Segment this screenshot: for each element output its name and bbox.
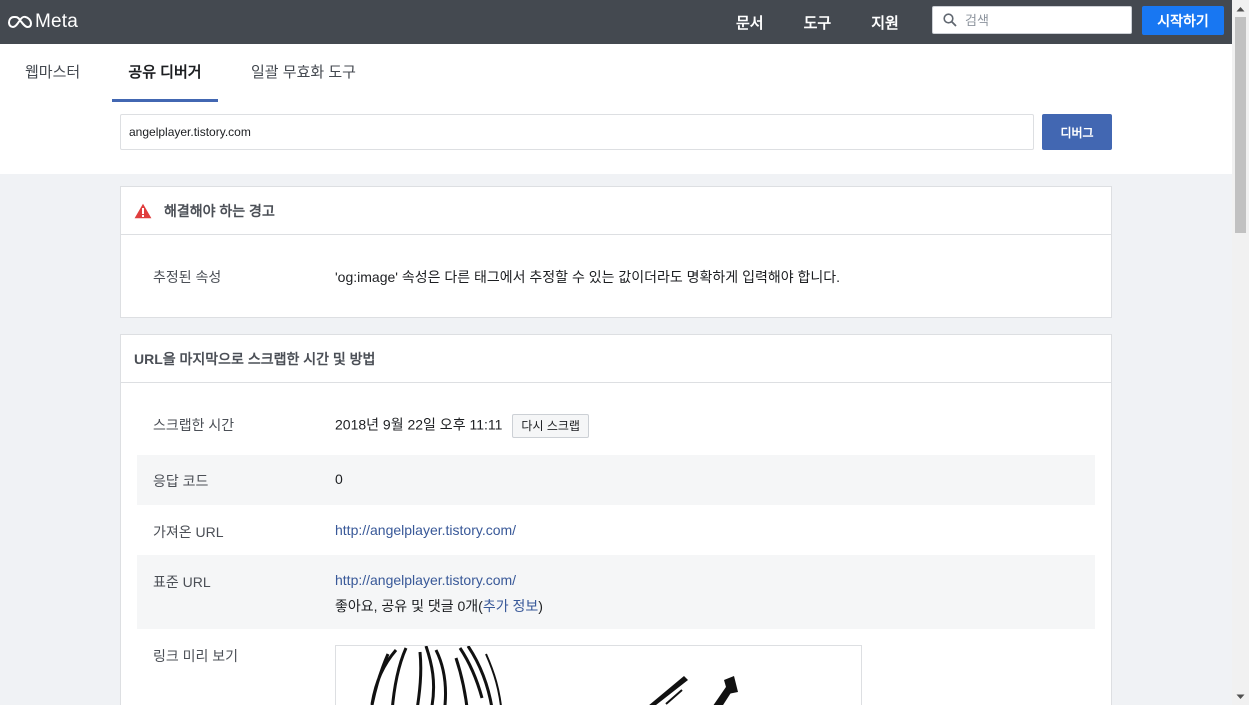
- url-input[interactable]: [120, 114, 1034, 150]
- warning-label: 추정된 속성: [153, 269, 222, 285]
- preview-sketch: [370, 646, 738, 705]
- engagement-prefix: 좋아요, 공유 및 댓글 0개(: [335, 598, 483, 614]
- scrollbar-thumb[interactable]: [1235, 17, 1246, 233]
- rescrape-button[interactable]: 다시 스크랩: [512, 414, 589, 438]
- link-preview-label: 링크 미리 보기: [153, 648, 239, 664]
- fetched-url-label: 가져온 URL: [153, 524, 224, 540]
- warnings-title: 해결해야 하는 경고: [164, 202, 275, 219]
- fetched-url-link[interactable]: http://angelplayer.tistory.com/: [335, 522, 516, 538]
- more-info-link[interactable]: 추가 정보: [483, 598, 538, 614]
- top-nav: 문서 도구 지원: [736, 0, 899, 44]
- meta-logo[interactable]: Meta: [8, 11, 78, 33]
- link-preview-image[interactable]: [335, 645, 862, 705]
- response-code-row: 응답 코드 0: [137, 455, 1095, 505]
- scraped-time-value-wrap: 2018년 9월 22일 오후 11:11 다시 스크랩: [335, 414, 589, 438]
- warning-message: 'og:image' 속성은 다른 태그에서 추정할 수 있는 값이더라도 명확…: [335, 269, 841, 285]
- scraped-time-label: 스크랩한 시간: [153, 417, 235, 433]
- nav-support[interactable]: 지원: [871, 12, 899, 33]
- scroll-up-icon[interactable]: [1232, 0, 1249, 17]
- scrape-panel: URL을 마지막으로 스크랩한 시간 및 방법 스크랩한 시간 2018년 9월…: [120, 334, 1112, 705]
- tab-webmaster[interactable]: 웹마스터: [25, 44, 80, 102]
- canonical-url-row: 표준 URL http://angelplayer.tistory.com/ 좋…: [137, 555, 1095, 629]
- search-input[interactable]: [965, 12, 1115, 28]
- meta-infinity-icon: [8, 15, 32, 29]
- tab-area: 웹마스터 공유 디버거 일괄 무효화 도구 디버그: [0, 44, 1232, 174]
- response-code-label: 응답 코드: [153, 473, 209, 489]
- scroll-down-icon[interactable]: [1232, 688, 1249, 705]
- search-box[interactable]: [932, 6, 1132, 34]
- search-icon: [943, 13, 957, 27]
- canonical-url-link[interactable]: http://angelplayer.tistory.com/: [335, 572, 516, 588]
- scrape-header: URL을 마지막으로 스크랩한 시간 및 방법: [121, 335, 1111, 383]
- warnings-panel: 해결해야 하는 경고 추정된 속성 'og:image' 속성은 다른 태그에서…: [120, 186, 1112, 318]
- fetched-url-row: 가져온 URL http://angelplayer.tistory.com/: [137, 505, 1095, 555]
- nav-tools[interactable]: 도구: [804, 12, 832, 33]
- canonical-url-label: 표준 URL: [153, 574, 211, 590]
- engagement-suffix: ): [538, 598, 543, 614]
- scraped-time-value: 2018년 9월 22일 오후 11:11: [335, 416, 503, 433]
- link-preview-row: 링크 미리 보기: [137, 645, 1095, 705]
- page-scrollbar[interactable]: [1232, 0, 1249, 705]
- top-bar: Meta 문서 도구 지원 시작하기: [0, 0, 1232, 44]
- scrape-title: URL을 마지막으로 스크랩한 시간 및 방법: [134, 350, 376, 367]
- tab-batch-invalidator[interactable]: 일괄 무효화 도구: [251, 44, 356, 102]
- nav-docs[interactable]: 문서: [736, 12, 764, 33]
- warning-row: 추정된 속성 'og:image' 속성은 다른 태그에서 추정할 수 있는 값…: [137, 267, 1095, 287]
- scraped-time-row: 스크랩한 시간 2018년 9월 22일 오후 11:11 다시 스크랩: [137, 401, 1095, 453]
- debug-button[interactable]: 디버그: [1042, 114, 1112, 150]
- engagement-text: 좋아요, 공유 및 댓글 0개(추가 정보): [335, 596, 543, 616]
- logo-text: Meta: [35, 11, 79, 32]
- response-code-value: 0: [335, 471, 343, 487]
- warnings-header: 해결해야 하는 경고: [121, 187, 1111, 235]
- warning-icon: [134, 203, 152, 218]
- get-started-button[interactable]: 시작하기: [1142, 6, 1224, 35]
- tab-sharing-debugger[interactable]: 공유 디버거: [112, 44, 218, 102]
